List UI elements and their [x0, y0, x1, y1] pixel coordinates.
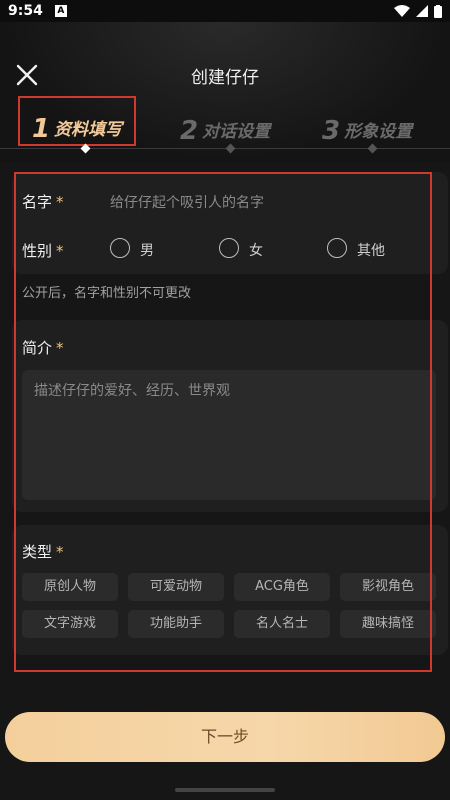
status-icons	[394, 4, 442, 18]
wifi-icon	[394, 5, 410, 17]
step-3-tab[interactable]: 3 形象设置	[322, 96, 412, 146]
status-time: 9:54	[8, 3, 43, 19]
home-indicator	[175, 788, 275, 792]
step-1-tab[interactable]: 1 资料填写	[18, 96, 136, 146]
battery-icon	[434, 4, 442, 18]
step-number: 1	[31, 114, 51, 144]
form-highlight-outline	[14, 172, 432, 672]
step-label: 对话设置	[202, 122, 271, 142]
step-label: 形象设置	[344, 122, 413, 142]
next-step-button[interactable]: 下一步	[5, 712, 445, 762]
step-number: 2	[180, 116, 199, 146]
step-label: 资料填写	[54, 120, 123, 140]
status-bar: 9:54 A	[0, 0, 450, 22]
step-indicator: 1 资料填写 2 对话设置 3 形象设置	[0, 96, 450, 156]
page-title: 创建仔仔	[191, 68, 259, 88]
step-2-tab[interactable]: 2 对话设置	[180, 96, 270, 146]
notification-icon: A	[54, 5, 67, 17]
step-number: 3	[322, 116, 341, 146]
signal-icon	[416, 5, 428, 17]
